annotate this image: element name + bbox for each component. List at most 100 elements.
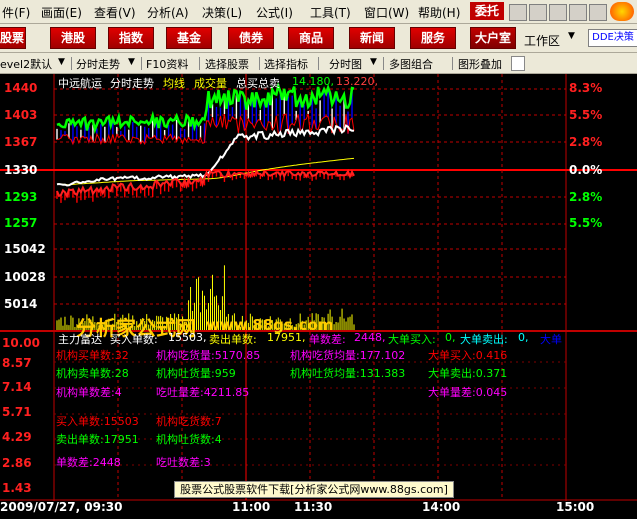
tab-overlay[interactable]: 图形叠加 xyxy=(458,56,502,72)
price-tick: 1367 xyxy=(4,135,38,149)
inst-sell-count: 机构卖单数:28 xyxy=(56,367,129,380)
app-logo-icon xyxy=(610,2,634,21)
big-sell-value: 0, xyxy=(518,331,529,344)
menu-formula[interactable]: 公式(I) xyxy=(256,4,293,21)
tab-separator xyxy=(71,57,72,70)
red-indicator-line xyxy=(56,168,355,199)
download-banner[interactable]: 股票公式股票软件下载[分析家公式网www.88gs.com] xyxy=(174,481,454,498)
price-tick: 1403 xyxy=(4,108,38,122)
tab-f10[interactable]: F10资料 xyxy=(146,56,188,72)
menu-file[interactable]: 件(F) xyxy=(2,4,30,21)
pct-tick: 5.5% xyxy=(569,108,603,122)
menu-screen[interactable]: 画面(E) xyxy=(41,4,82,21)
window-icon[interactable] xyxy=(509,4,527,21)
big-buy-value: 0, xyxy=(445,331,456,344)
news-button[interactable]: 新闻 xyxy=(349,27,395,49)
indicator-title: 主力富达 xyxy=(58,333,102,346)
tab-separator xyxy=(259,57,260,70)
sell-count-label: 卖出单数: xyxy=(209,333,257,346)
buy-count-label: 买入单数: xyxy=(110,333,158,346)
time-tick: 15:00 xyxy=(556,500,595,514)
dde-button[interactable]: DDE决策 xyxy=(588,29,637,47)
weituo-button[interactable]: 委托 xyxy=(470,2,504,20)
big-sell-label: 大单卖出: xyxy=(460,333,508,346)
tab-separator xyxy=(383,57,384,70)
big-sell-stat: 大单卖出:0.371 xyxy=(428,367,508,380)
menu-view[interactable]: 查看(V) xyxy=(94,4,136,21)
total-sell-value: 13.220, xyxy=(336,75,378,88)
inst-buy-count: 机构买单数:32 xyxy=(56,349,129,362)
chart-area: 中远航运 分时走势 均线 成交量 总买总卖 14.180, 13.220, 14… xyxy=(0,74,637,501)
lower-tick: 7.14 xyxy=(2,380,32,394)
prev-icon[interactable] xyxy=(549,4,567,21)
inst-release-avg: 机构吐货均量:131.383 xyxy=(290,367,406,380)
inst-absorb-avg: 机构吃货均量:177.102 xyxy=(290,349,406,362)
sell-count-value: 17951, xyxy=(267,331,306,344)
volume-tick: 10028 xyxy=(4,270,46,284)
absorb-release-count-diff: 吃吐数差:3 xyxy=(156,456,211,469)
price-tick: 1330 xyxy=(4,163,38,177)
time-tick: 14:00 xyxy=(422,500,461,514)
lock-icon[interactable] xyxy=(511,56,525,71)
absorb-release-diff: 吃吐量差:4211.85 xyxy=(156,386,250,399)
total-buy-value: 14.180, xyxy=(292,75,334,88)
count-diff-value: 2448, xyxy=(354,331,386,344)
lower-tick: 8.57 xyxy=(2,356,32,370)
commodity-button[interactable]: 商品 xyxy=(288,27,334,49)
count-diff-label: 单数差: xyxy=(309,333,346,346)
tab-select-stock[interactable]: 选择股票 xyxy=(205,56,249,72)
refresh-icon[interactable] xyxy=(589,4,607,21)
level-selector[interactable]: evel2默认 xyxy=(0,56,52,72)
level-dropdown-icon[interactable]: ▼ xyxy=(58,57,65,67)
price-tick: 1293 xyxy=(4,190,38,204)
tab-separator xyxy=(452,57,453,70)
tab-separator xyxy=(199,57,200,70)
tab-chart-dropdown-icon[interactable]: ▼ xyxy=(370,57,377,67)
pct-tick: 2.8% xyxy=(569,190,603,204)
dropdown-arrow-icon[interactable]: ▼ xyxy=(568,31,577,41)
menu-tools[interactable]: 工具(T) xyxy=(310,4,351,21)
inst-release-volume: 机构吐货量:959 xyxy=(156,367,236,380)
lower-tick: 1.43 xyxy=(2,481,32,495)
buy-count-value: 15503, xyxy=(168,331,207,344)
price-tick: 1440 xyxy=(4,81,38,95)
sell-count-stat: 卖出单数:17951 xyxy=(56,433,139,446)
inst-release-count: 机构吐货数:4 xyxy=(156,433,222,446)
layout-icon[interactable] xyxy=(529,4,547,21)
volume-tick: 15042 xyxy=(4,242,46,256)
pct-tick: 0.0% xyxy=(569,163,603,177)
stock-button[interactable]: 股票 xyxy=(0,27,26,49)
tab-intraday[interactable]: 分时走势 xyxy=(76,56,120,72)
time-tick-start: 2009/07/27, 09:30 xyxy=(0,500,123,514)
price-tick: 1257 xyxy=(4,216,38,230)
avg-line-label: 均线 xyxy=(163,77,185,90)
toolbar: 股票 港股 指数 基金 债券 商品 新闻 服务 大户室 工作区 ▼ DDE决策 xyxy=(0,24,637,53)
tab-multi-chart[interactable]: 多图组合 xyxy=(389,56,433,72)
menu-decision[interactable]: 决策(L) xyxy=(202,4,242,21)
service-button[interactable]: 服务 xyxy=(410,27,456,49)
fund-button[interactable]: 基金 xyxy=(166,27,212,49)
menu-help[interactable]: 帮助(H) xyxy=(418,4,460,21)
next-icon[interactable] xyxy=(569,4,587,21)
menu-window[interactable]: 窗口(W) xyxy=(364,4,409,21)
vip-room-button[interactable]: 大户室 xyxy=(470,27,516,49)
menu-analysis[interactable]: 分析(A) xyxy=(147,4,189,21)
inst-absorb-volume: 机构吃货量:5170.85 xyxy=(156,349,261,362)
tab-intraday-dropdown-icon[interactable]: ▼ xyxy=(128,57,135,67)
lower-tick: 4.29 xyxy=(2,430,32,444)
time-tick: 11:00 xyxy=(232,500,271,514)
pct-tick: 8.3% xyxy=(569,81,603,95)
total-buy-sell-label: 总买总卖 xyxy=(236,77,280,90)
lower-tick: 10.00 xyxy=(2,336,40,350)
hk-stock-button[interactable]: 港股 xyxy=(50,27,96,49)
tab-chart[interactable]: 分时图 xyxy=(329,56,362,72)
big-volume-diff: 大单量差:0.045 xyxy=(428,386,508,399)
index-button[interactable]: 指数 xyxy=(108,27,154,49)
tab-separator xyxy=(318,57,319,70)
menu-bar: 件(F) 画面(E) 查看(V) 分析(A) 决策(L) 公式(I) 工具(T)… xyxy=(0,0,637,24)
bond-button[interactable]: 债券 xyxy=(228,27,274,49)
tab-select-indicator[interactable]: 选择指标 xyxy=(264,56,308,72)
workspace-label[interactable]: 工作区 xyxy=(524,32,560,49)
tab-separator xyxy=(141,57,142,70)
buy-count-stat: 买入单数:15503 xyxy=(56,415,139,428)
